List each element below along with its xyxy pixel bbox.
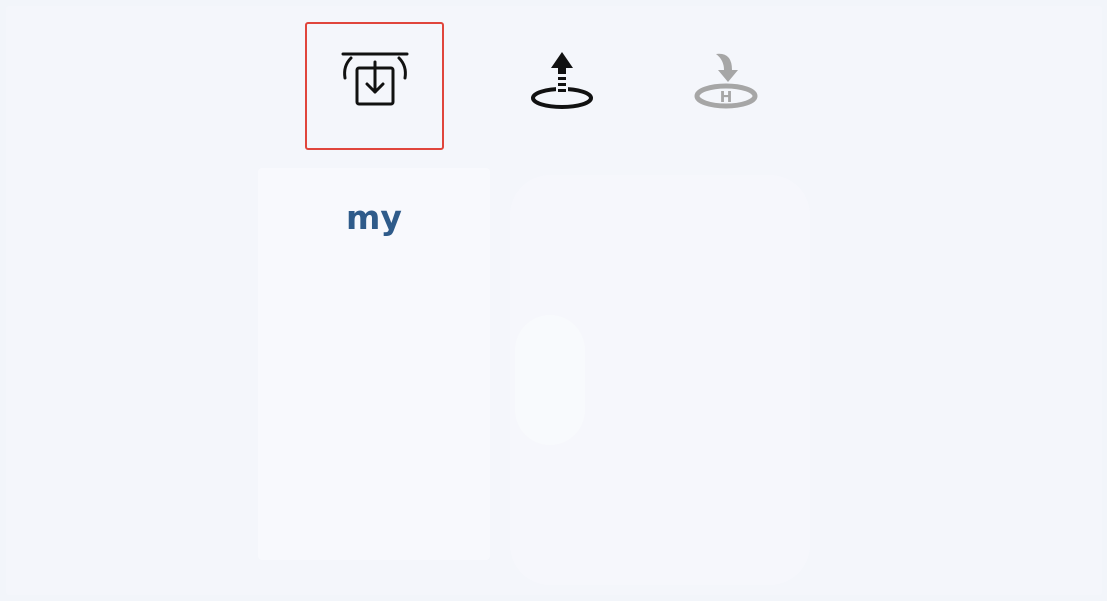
side-panel: my bbox=[258, 168, 490, 560]
upload-button[interactable] bbox=[492, 22, 631, 150]
return-home-button[interactable]: H bbox=[656, 22, 795, 150]
return-home-landing-icon: H bbox=[694, 53, 757, 109]
background-ghost-blob bbox=[515, 315, 585, 445]
upload-takeoff-icon bbox=[530, 52, 593, 109]
svg-text:H: H bbox=[719, 88, 732, 106]
panel-label: my bbox=[346, 198, 402, 237]
download-button[interactable] bbox=[305, 22, 444, 150]
download-to-device-icon bbox=[341, 52, 408, 106]
